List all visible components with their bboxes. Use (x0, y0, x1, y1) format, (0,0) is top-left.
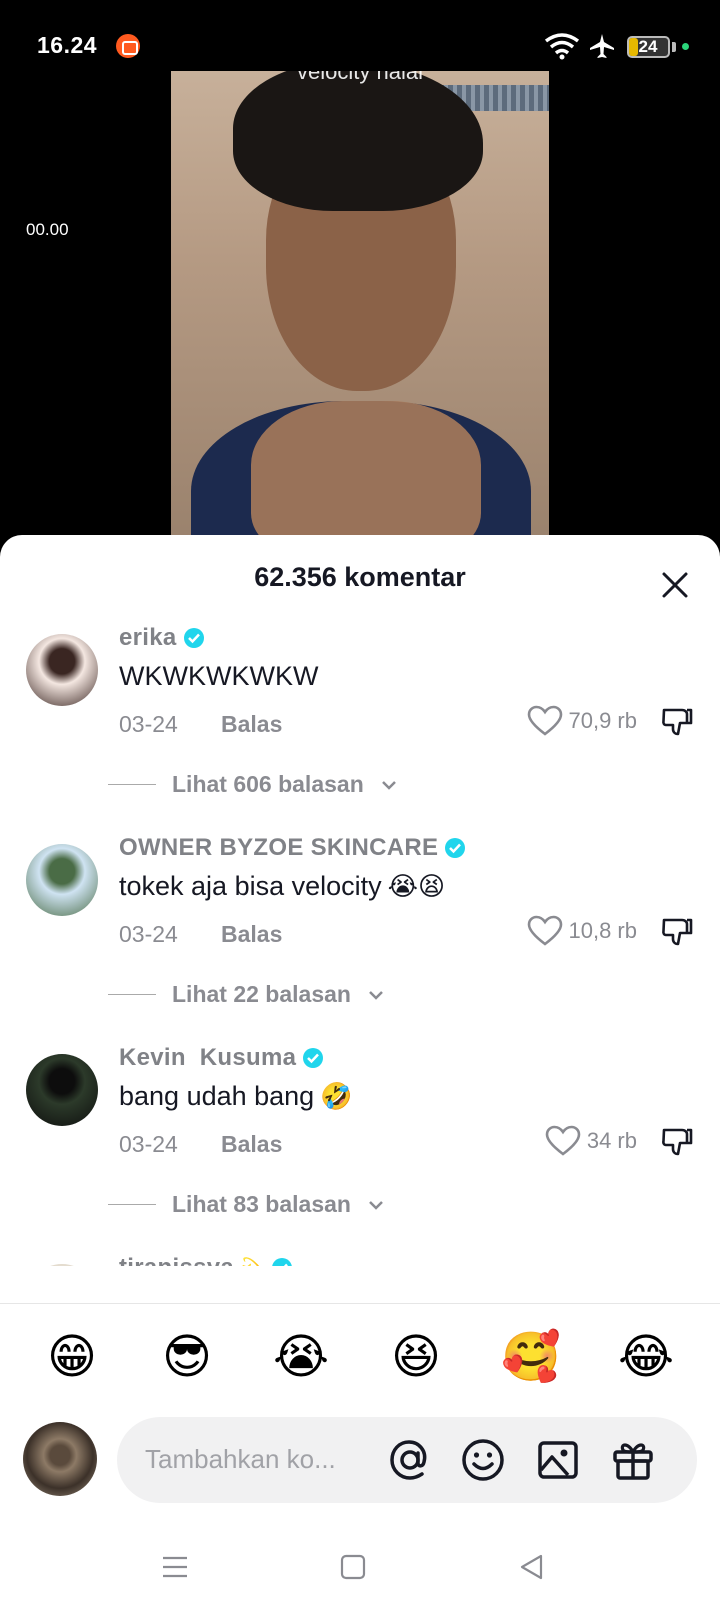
view-replies-button[interactable]: Lihat 22 balasan (108, 981, 385, 1008)
comment-item: OWNER BYZOE SKINCARE tokek aja bisa velo… (0, 829, 720, 1039)
like-button[interactable]: 34 rb (545, 1125, 637, 1157)
my-avatar[interactable] (23, 1422, 97, 1496)
battery-level: 24 (638, 37, 658, 56)
wifi-icon (544, 33, 580, 60)
quick-emoji-bar: 😁 😎 😭 😆 🥰 😂 (0, 1325, 720, 1405)
like-count: 34 rb (586, 1128, 637, 1153)
view-replies-button[interactable]: Lihat 83 balasan (108, 1191, 385, 1218)
recents-icon[interactable] (158, 1550, 192, 1584)
comment-username[interactable]: OWNER BYZOE SKINCARE (119, 834, 466, 862)
comment-username[interactable]: erika (119, 624, 205, 652)
emoji-hearts-button[interactable]: 🥰 (499, 1325, 563, 1389)
replies-divider (108, 784, 156, 785)
dislike-icon[interactable] (660, 705, 694, 739)
reply-button[interactable]: Balas (221, 1131, 282, 1158)
like-button[interactable]: 10,8 rb (527, 915, 638, 947)
view-replies-button[interactable]: Lihat 606 balasan (108, 771, 398, 798)
screen-record-icon (116, 34, 140, 58)
emoji-grin-button[interactable]: 😁 (40, 1325, 104, 1389)
avatar[interactable] (26, 1054, 98, 1126)
video-caption: velocity halal (297, 71, 423, 84)
comment-text: WKWKWKWKW (119, 661, 318, 692)
verified-badge-icon (272, 1258, 293, 1266)
heart-icon (527, 915, 562, 946)
reply-button[interactable]: Balas (221, 921, 282, 948)
heart-icon (527, 705, 562, 736)
emoji-tears-of-joy-button[interactable]: 😂 (614, 1325, 678, 1389)
comment-body: tokek aja bisa velocity (119, 871, 382, 901)
username-label: erika (119, 624, 177, 651)
like-count: 10,8 rb (568, 918, 638, 943)
comment-username[interactable]: Kevin Kusuma (119, 1044, 324, 1072)
home-icon[interactable] (336, 1550, 370, 1584)
dislike-icon[interactable] (660, 915, 694, 949)
comment-emoji: 😭😫 (387, 871, 446, 902)
replies-label: Lihat 22 balasan (172, 981, 351, 1007)
like-button[interactable]: 70,9 rb (527, 705, 638, 737)
comment-body: WKWKWKWKW (119, 661, 319, 691)
gift-icon[interactable] (610, 1437, 656, 1483)
comment-text: tokek aja bisa velocity 😭😫 (119, 871, 445, 902)
comment-date: 03-24 (119, 1131, 178, 1157)
video-timestamp: 00.00 (26, 220, 69, 239)
chevron-down-icon (369, 1200, 383, 1210)
mention-icon[interactable] (387, 1437, 433, 1483)
replies-divider (108, 1204, 156, 1205)
emoji-icon[interactable] (460, 1437, 506, 1483)
system-nav-bar (0, 1540, 720, 1600)
heart-icon (545, 1125, 581, 1156)
username-emoji: 💫 (240, 1256, 265, 1266)
replies-label: Lihat 83 balasan (172, 1191, 351, 1217)
composer-divider (0, 1303, 720, 1304)
username-label: tiranissya (119, 1254, 234, 1266)
comment-emoji: 🤣 (320, 1081, 353, 1112)
comment-body: bang udah bang (119, 1081, 315, 1111)
chevron-down-icon (369, 990, 383, 1000)
avatar[interactable] (26, 1264, 98, 1266)
emoji-sunglasses-button[interactable]: 😎 (155, 1325, 219, 1389)
verified-badge-icon (445, 838, 466, 858)
image-icon[interactable] (535, 1437, 581, 1483)
emoji-laughing-button[interactable]: 😆 (384, 1325, 448, 1389)
replies-label: Lihat 606 balasan (172, 771, 364, 797)
username-label: Kevin Kusuma (119, 1044, 297, 1071)
comment-composer (0, 1417, 720, 1517)
comment-item: erika WKWKWKWKW 03-24 Balas 70,9 rb Liha… (0, 619, 720, 829)
verified-badge-icon (303, 1048, 324, 1068)
replies-divider (108, 994, 156, 995)
comment-date: 03-24 (119, 921, 178, 947)
emoji-crying-button[interactable]: 😭 (269, 1325, 333, 1389)
avatar[interactable] (26, 844, 98, 916)
comment-sheet: 62.356 komentar erika WKWKWKWKW 03-24 Ba… (0, 535, 720, 1616)
like-count: 70,9 rb (568, 708, 638, 733)
comment-text: bang udah bang 🤣 (119, 1081, 353, 1112)
video-person-hair (233, 71, 483, 211)
verified-badge-icon (183, 628, 204, 648)
avatar[interactable] (26, 634, 98, 706)
comment-input-container[interactable] (117, 1417, 697, 1503)
close-icon[interactable] (660, 570, 690, 600)
comment-date: 03-24 (119, 711, 178, 737)
comment-item: Kevin Kusuma bang udah bang 🤣 03-24 Bala… (0, 1039, 720, 1249)
battery-icon: 24 (627, 36, 670, 58)
comment-username[interactable]: tiranissya 💫 (119, 1254, 293, 1266)
username-label: OWNER BYZOE SKINCARE (119, 834, 439, 861)
comment-input[interactable] (145, 1437, 385, 1481)
status-time: 16.24 (37, 32, 98, 58)
chevron-down-icon (381, 780, 396, 790)
comment-item: tiranissya 💫 (0, 1249, 720, 1266)
video-person-hand (251, 401, 481, 541)
back-icon[interactable] (515, 1550, 549, 1584)
dislike-icon[interactable] (660, 1125, 694, 1159)
reply-button[interactable]: Balas (221, 711, 282, 738)
airplane-mode-icon (590, 34, 614, 58)
comment-list[interactable]: erika WKWKWKWKW 03-24 Balas 70,9 rb Liha… (0, 619, 720, 1266)
comment-count-title: 62.356 komentar (254, 562, 466, 592)
battery-tip (672, 42, 676, 52)
notification-dot (682, 43, 689, 50)
video-player[interactable]: velocity halal (171, 71, 549, 541)
